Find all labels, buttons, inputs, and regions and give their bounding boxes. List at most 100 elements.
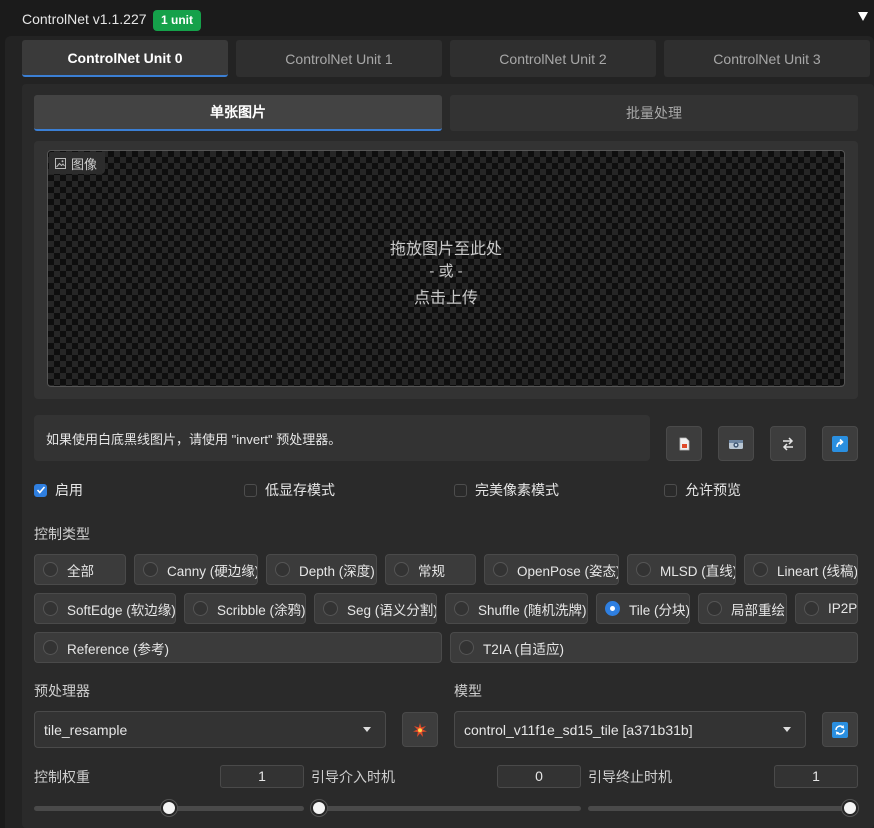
tab-batch[interactable]: 批量处理 <box>450 95 858 131</box>
enable-label: 启用 <box>55 482 83 498</box>
radio-label: Shuffle (随机洗牌) <box>478 602 587 618</box>
radio-label: Reference (参考) <box>67 641 170 657</box>
radio-label: 局部重绘 <box>731 602 785 618</box>
radio-label: Scribble (涂鸦) <box>217 602 306 618</box>
radio-dot <box>323 601 338 616</box>
slider-thumb[interactable] <box>161 800 177 816</box>
run-preprocessor-button[interactable] <box>402 712 438 747</box>
refresh-icon <box>832 721 848 738</box>
chevron-down-icon <box>363 727 371 732</box>
accordion-title[interactable]: ControlNet v1.1.227 <box>22 11 147 27</box>
radio-dot <box>394 562 409 577</box>
check-icon <box>34 483 47 497</box>
new-canvas-button[interactable] <box>666 426 702 461</box>
send-dimensions-button[interactable] <box>822 426 858 461</box>
radio-label: T2IA (自适应) <box>483 641 565 657</box>
model-label: 模型 <box>454 683 482 699</box>
radio-dot <box>43 562 58 577</box>
invert-hint: 如果使用白底黑线图片，请使用 "invert" 预处理器。 <box>34 415 650 461</box>
control-weight-slider[interactable] <box>34 800 304 816</box>
pixel-perfect-label: 完美像素模式 <box>475 482 559 498</box>
radio-all[interactable]: 全部 <box>34 554 126 585</box>
guidance-start-slider[interactable] <box>311 800 581 816</box>
radio-dot <box>804 601 819 616</box>
enable-checkbox[interactable]: 启用 <box>34 480 83 500</box>
radio-dot <box>275 562 290 577</box>
model-value: control_v11f1e_sd15_tile [a371b31b] <box>464 721 693 738</box>
radio-dot <box>707 601 722 616</box>
radio-tile[interactable]: Tile (分块) <box>596 593 690 624</box>
radio-label: 全部 <box>67 563 94 579</box>
swap-icon <box>782 436 794 451</box>
radio-label: Lineart (线稿) <box>777 563 858 579</box>
image-label-text: 图像 <box>71 156 98 172</box>
lowvram-checkbox[interactable]: 低显存模式 <box>244 480 335 500</box>
unit-count-badge: 1 unit <box>153 10 201 31</box>
guidance-start-input[interactable]: 0 <box>497 765 581 788</box>
tab-single-image[interactable]: 单张图片 <box>34 95 442 131</box>
checkbox-box <box>454 483 467 497</box>
explosion-icon <box>413 722 427 737</box>
guidance-end-input[interactable]: 1 <box>774 765 858 788</box>
radio-normal[interactable]: 常规 <box>385 554 476 585</box>
radio-depth[interactable]: Depth (深度) <box>266 554 377 585</box>
image-icon <box>55 157 66 169</box>
image-label: 图像 <box>49 152 106 174</box>
slider-thumb[interactable] <box>842 800 858 816</box>
checkbox-box <box>244 483 257 497</box>
tab-unit-3[interactable]: ControlNet Unit 3 <box>664 40 870 77</box>
guidance-end-label: 引导终止时机 <box>588 769 672 785</box>
camera-icon <box>729 439 743 449</box>
allow-preview-checkbox[interactable]: 允许预览 <box>664 480 741 500</box>
radio-t2ia[interactable]: T2IA (自适应) <box>450 632 858 663</box>
drop-hint-line1: 拖放图片至此处 <box>389 241 502 258</box>
chevron-down-icon <box>783 727 791 732</box>
radio-label: Seg (语义分割) <box>347 602 437 618</box>
send-dimensions-icon <box>832 435 848 452</box>
radio-label: 常规 <box>418 563 445 579</box>
checkbox-box <box>664 483 677 497</box>
radio-dot <box>459 640 474 655</box>
refresh-models-button[interactable] <box>822 712 858 747</box>
drop-hint-line2: - 或 - <box>429 263 463 280</box>
radio-canny[interactable]: Canny (硬边缘) <box>134 554 258 585</box>
radio-label: Depth (深度) <box>299 563 375 579</box>
preprocessor-label: 预处理器 <box>34 683 90 699</box>
collapse-arrow-icon[interactable] <box>857 10 869 22</box>
slider-thumb[interactable] <box>311 800 327 816</box>
radio-lineart[interactable]: Lineart (线稿) <box>744 554 858 585</box>
control-weight-input[interactable]: 1 <box>220 765 304 788</box>
radio-mlsd[interactable]: MLSD (直线) <box>627 554 736 585</box>
radio-label: Canny (硬边缘) <box>167 563 258 579</box>
radio-softedge[interactable]: SoftEdge (软边缘) <box>34 593 176 624</box>
allow-preview-label: 允许预览 <box>685 482 741 498</box>
preprocessor-dropdown[interactable]: tile_resample <box>34 711 386 748</box>
drop-hint-line3: 点击上传 <box>413 290 478 307</box>
swap-button[interactable] <box>770 426 806 461</box>
model-dropdown[interactable]: control_v11f1e_sd15_tile [a371b31b] <box>454 711 806 748</box>
new-canvas-icon <box>679 437 690 450</box>
radio-inpaint[interactable]: 局部重绘 <box>698 593 787 624</box>
radio-reference[interactable]: Reference (参考) <box>34 632 442 663</box>
control-type-label: 控制类型 <box>34 526 90 542</box>
radio-label: IP2P <box>828 601 858 616</box>
radio-scribble[interactable]: Scribble (涂鸦) <box>184 593 306 624</box>
tab-unit-1[interactable]: ControlNet Unit 1 <box>236 40 442 77</box>
radio-dot <box>43 601 58 616</box>
radio-dot <box>193 601 208 616</box>
pixel-perfect-checkbox[interactable]: 完美像素模式 <box>454 480 559 500</box>
preprocessor-value: tile_resample <box>44 721 128 738</box>
radio-seg[interactable]: Seg (语义分割) <box>314 593 437 624</box>
radio-label: Tile (分块) <box>629 602 690 618</box>
radio-openpose[interactable]: OpenPose (姿态) <box>484 554 619 585</box>
radio-ip2p[interactable]: IP2P <box>795 593 858 624</box>
radio-selected-dot <box>605 601 620 616</box>
guidance-end-slider[interactable] <box>588 800 858 816</box>
tab-unit-0[interactable]: ControlNet Unit 0 <box>22 40 228 77</box>
radio-dot <box>493 562 508 577</box>
webcam-button[interactable] <box>718 426 754 461</box>
radio-label: OpenPose (姿态) <box>517 563 619 579</box>
tab-unit-2[interactable]: ControlNet Unit 2 <box>450 40 656 77</box>
radio-shuffle[interactable]: Shuffle (随机洗牌) <box>445 593 588 624</box>
radio-dot <box>43 640 58 655</box>
